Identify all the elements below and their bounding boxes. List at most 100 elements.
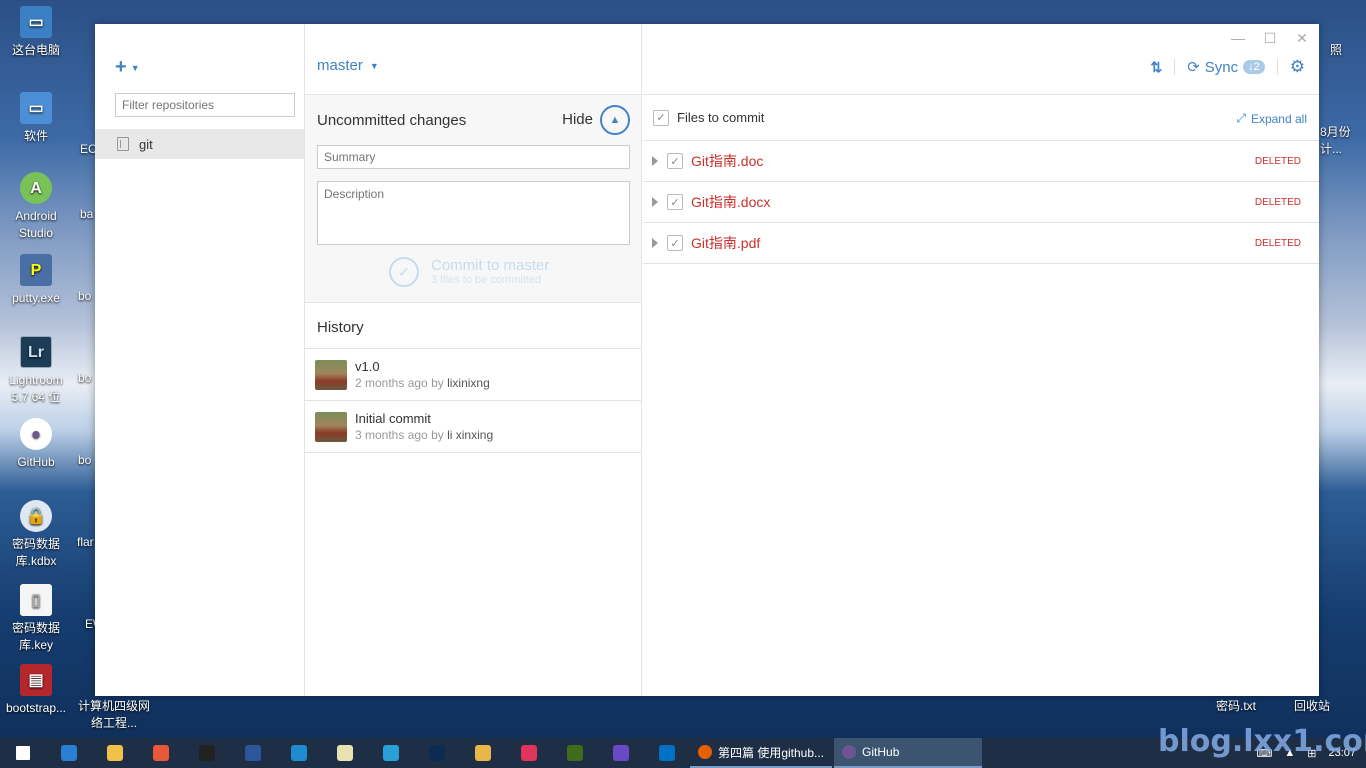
file-row[interactable]: ✓ Git指南.docx DELETED (643, 182, 1319, 223)
top-toolbar: ⇅ ⟳ Sync ↓2 ⚙ (1150, 57, 1305, 77)
add-repository-button[interactable]: + ▼ (115, 56, 140, 79)
file-row[interactable]: ✓ Git指南.doc DELETED (643, 141, 1319, 182)
expand-arrow-icon[interactable] (652, 197, 658, 207)
file-checkbox[interactable]: ✓ (667, 194, 683, 210)
taskbar-app-button[interactable] (322, 738, 368, 768)
sync-icon: ⟳ (1187, 59, 1200, 76)
taskbar-app-button[interactable] (414, 738, 460, 768)
repository-sidebar: + ▼ git (95, 24, 305, 696)
gear-icon[interactable]: ⚙ (1290, 57, 1305, 77)
app-icon (521, 745, 537, 761)
firefox-icon (698, 745, 712, 759)
desktop-icon-label: 密码数据库.key (11, 621, 60, 652)
store-icon (383, 745, 399, 761)
uncommitted-title: Uncommitted changes (317, 112, 467, 129)
git-icon (153, 745, 169, 761)
file-row[interactable]: ✓ Git指南.pdf DELETED (643, 223, 1319, 264)
taskbar-app-button[interactable] (276, 738, 322, 768)
taskbar-app-button[interactable] (92, 738, 138, 768)
desktop-icon-password-txt[interactable]: 密码.txt (1200, 698, 1272, 715)
repository-name: git (139, 136, 153, 152)
taskbar-window-github[interactable]: GitHub (834, 738, 983, 768)
taskbar-app-button[interactable] (598, 738, 644, 768)
taskbar-app-button[interactable] (460, 738, 506, 768)
file-name: Git指南.pdf (691, 235, 761, 251)
desktop-icon-bootstrap[interactable]: ▤ bootstrap... (0, 664, 72, 717)
word-icon (245, 745, 261, 761)
taskbar-app-button[interactable] (230, 738, 276, 768)
history-title: History (317, 319, 364, 336)
toolbar-divider (1174, 59, 1176, 75)
commit-message: v1.0 (355, 358, 380, 374)
taskbar-app-button[interactable] (506, 738, 552, 768)
avatar (315, 411, 347, 442)
commit-button[interactable]: ✓ Commit to master 3 files to be committ… (389, 257, 549, 287)
commit-by: by (431, 427, 444, 442)
photoshop-icon (429, 745, 445, 761)
file-status-badge: DELETED (1254, 196, 1301, 208)
lock-icon: 🔒 (20, 500, 52, 532)
commit-description-input[interactable] (317, 181, 630, 245)
desktop-icon-label: Lightroom 5.7 64 位 (9, 373, 63, 404)
collapse-button[interactable]: ▲ (600, 105, 630, 135)
desktop-icon-label: bootstrap... (5, 701, 67, 715)
file-checkbox[interactable]: ✓ (667, 235, 683, 251)
expand-arrow-icon[interactable] (652, 156, 658, 166)
filter-repositories-input[interactable] (115, 93, 295, 117)
file-checkbox[interactable]: ✓ (667, 153, 683, 169)
file-status-badge: DELETED (1254, 237, 1301, 249)
history-list: v1.0 2 months ago by lixinixng Initial c… (305, 348, 641, 453)
file-icon: ▯ (20, 584, 52, 616)
files-header: ✓ Files to commit ⤢ Expand all (643, 94, 1319, 141)
branch-selector[interactable]: master ▼ (317, 57, 379, 74)
desktop-icon-android-studio[interactable]: A Android Studio (0, 172, 72, 242)
desktop-icon-software[interactable]: ▭ 软件 (0, 92, 72, 145)
github-icon (842, 745, 857, 759)
history-item[interactable]: v1.0 2 months ago by lixinixng (305, 349, 641, 401)
desktop-icon-partial[interactable]: 8月份 (1320, 124, 1360, 141)
expand-arrow-icon[interactable] (652, 238, 658, 248)
taskbar-pinned-apps (0, 738, 690, 768)
commit-by: by (431, 375, 444, 390)
notepad-icon (337, 745, 353, 761)
outlook-icon (659, 745, 675, 761)
mail-icon (61, 745, 77, 761)
taskbar-app-button[interactable] (46, 738, 92, 768)
taskbar-app-button[interactable] (552, 738, 598, 768)
github-window: — ☐ ✕ + ▼ git master ▼ Uncommitted chang… (95, 24, 1319, 696)
pull-request-icon[interactable]: ⇅ (1150, 59, 1162, 76)
history-item[interactable]: Initial commit 3 months ago by li xinxin… (305, 401, 641, 453)
commit-author: lixinixng (447, 375, 490, 390)
hide-label[interactable]: Hide (562, 111, 593, 128)
desktop-icon-label: 软件 (23, 129, 48, 143)
sync-count-badge: ↓2 (1243, 60, 1265, 74)
select-all-checkbox[interactable]: ✓ (653, 109, 669, 126)
explorer-icon (107, 745, 123, 761)
desktop-icon-partial[interactable]: 计... (1320, 141, 1360, 158)
repository-item-git[interactable]: git (95, 129, 304, 159)
desktop-icon-github[interactable]: ● GitHub (0, 418, 72, 471)
desktop-icon-label: GitHub (17, 455, 55, 469)
taskbar-app-button[interactable] (138, 738, 184, 768)
taskbar-app-button[interactable] (644, 738, 690, 768)
desktop-icon-this-pc[interactable]: ▭ 这台电脑 (0, 6, 72, 59)
expand-all-button[interactable]: ⤢ Expand all (1236, 111, 1307, 126)
taskbar-window-firefox[interactable]: 第四篇 使用github... (690, 738, 833, 768)
commit-summary-input[interactable] (317, 145, 630, 169)
taskbar-app-button[interactable] (368, 738, 414, 768)
kodi-icon (291, 745, 307, 761)
calculator-icon (613, 745, 629, 761)
files-column: ⇅ ⟳ Sync ↓2 ⚙ ✓ Files to commit ⤢ Expand… (643, 24, 1319, 696)
taskbar-app-button[interactable] (0, 738, 46, 768)
desktop-icon-partial[interactable]: 照 (1330, 42, 1360, 59)
desktop-icon-putty[interactable]: P putty.exe (0, 254, 72, 307)
commit-sublabel: 3 files to be committed (431, 273, 542, 286)
desktop-icon-label: 密码数据库.kdbx (11, 537, 60, 568)
sync-button[interactable]: ⟳ Sync ↓2 (1187, 58, 1265, 76)
desktop-icon-keepass-key[interactable]: ▯ 密码数据库.key (0, 584, 72, 654)
desktop-icon-exam-notes[interactable]: 计算机四级网络工程... (76, 698, 152, 732)
desktop-icon-keepass-kdbx[interactable]: 🔒 密码数据库.kdbx (0, 500, 72, 570)
desktop-icon-lightroom[interactable]: Lr Lightroom 5.7 64 位 (0, 336, 72, 406)
desktop-icon-recycle-bin[interactable]: 回收站 (1276, 698, 1348, 715)
taskbar-app-button[interactable] (184, 738, 230, 768)
